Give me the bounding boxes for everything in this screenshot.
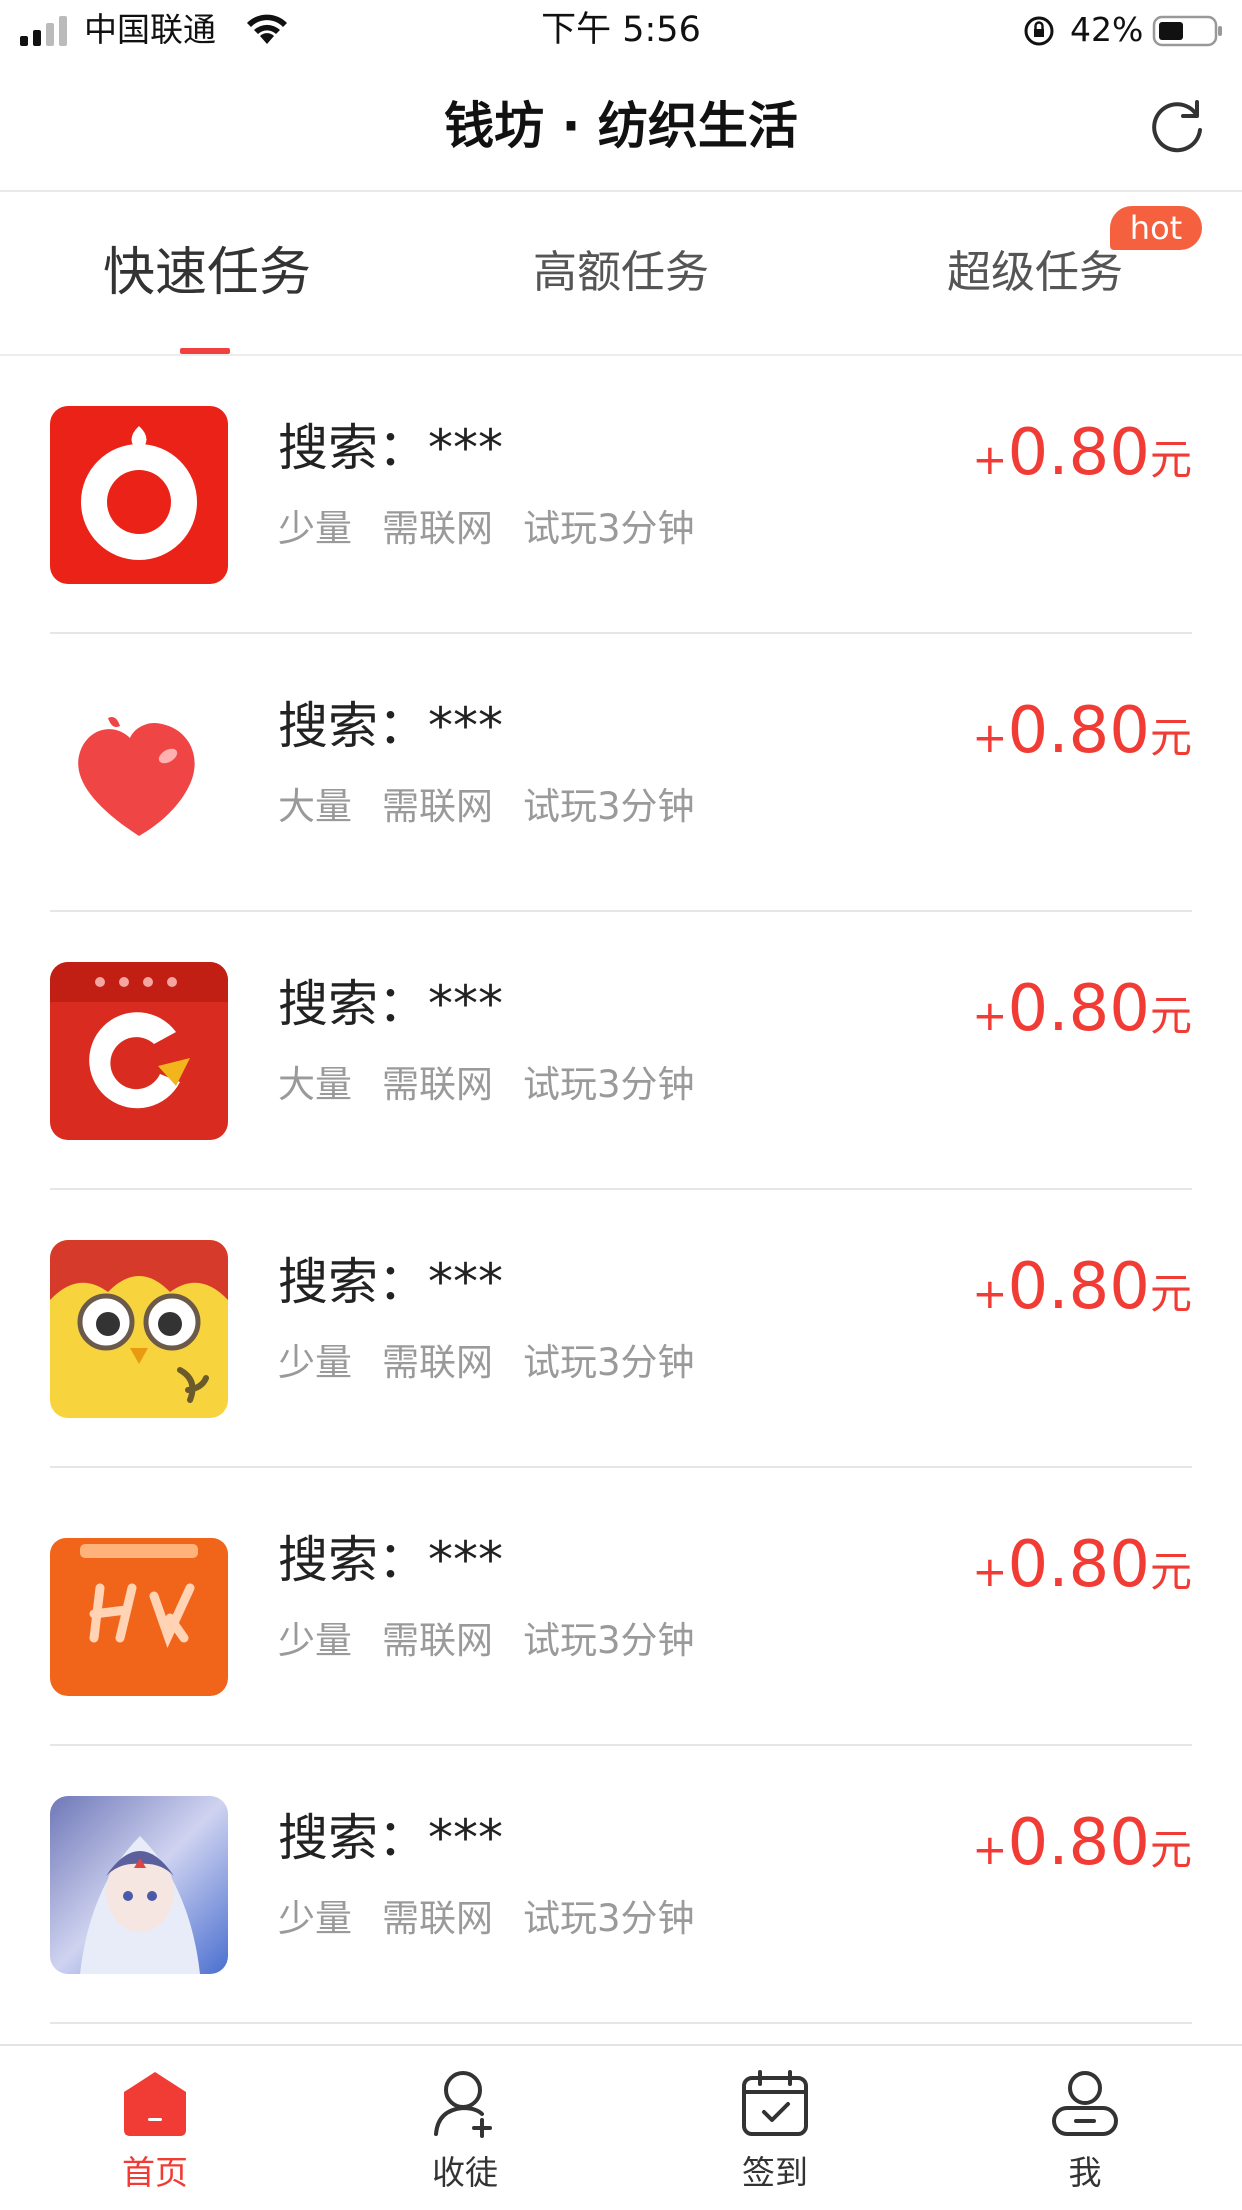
- reward-plus: +: [972, 435, 1008, 484]
- duration-tag: 试玩3分钟: [523, 1063, 695, 1106]
- reward-unit: 元: [1149, 1825, 1192, 1874]
- quantity-tag: 大量: [278, 1063, 352, 1106]
- reward-amount: 0.80: [1007, 1250, 1150, 1324]
- tabbar-label: 签到: [742, 2153, 808, 2192]
- task-tags: 大量 需联网 试玩3分钟: [278, 784, 725, 830]
- task-tags: 少量 需联网 试玩3分钟: [278, 1340, 725, 1386]
- refresh-icon[interactable]: [1144, 94, 1210, 160]
- network-tag: 需联网: [382, 507, 493, 550]
- task-item[interactable]: 搜索：*** 少量 需联网 试玩3分钟 +0.80元: [0, 356, 1242, 634]
- task-title: 搜索：***: [278, 697, 503, 755]
- task-reward: +0.80元: [972, 696, 1192, 782]
- task-title: 搜索：***: [278, 419, 503, 477]
- quantity-tag: 少量: [278, 507, 352, 550]
- reward-plus: +: [972, 991, 1008, 1040]
- tab-label: 快速任务: [102, 243, 311, 303]
- task-item[interactable]: 搜索：*** 少量 需联网 试玩3分钟 +0.80元: [0, 1468, 1242, 1746]
- reward-unit: 元: [1149, 991, 1192, 1040]
- tabbar-checkin[interactable]: 签到: [620, 2046, 930, 2210]
- network-tag: 需联网: [382, 1341, 493, 1384]
- reward-unit: 元: [1149, 713, 1192, 762]
- reward-unit: 元: [1149, 435, 1192, 484]
- anime-girl-app-icon: [50, 1796, 228, 1974]
- bottom-tab-bar: 首页 收徒 签到 我: [0, 2044, 1242, 2210]
- task-title: 搜索：***: [278, 1809, 503, 1867]
- tab-quick-tasks[interactable]: 快速任务: [0, 192, 414, 354]
- duration-tag: 试玩3分钟: [523, 1341, 695, 1384]
- network-tag: 需联网: [382, 1063, 493, 1106]
- task-item[interactable]: 搜索：*** 少量 需联网 试玩3分钟 +0.80元: [0, 1190, 1242, 1468]
- duration-tag: 试玩3分钟: [523, 1619, 695, 1662]
- reward-amount: 0.80: [1007, 972, 1150, 1046]
- calendar-check-icon: [742, 2070, 808, 2136]
- task-title: 搜索：***: [278, 1531, 503, 1589]
- tabbar-label: 首页: [122, 2153, 188, 2192]
- task-title: 搜索：***: [278, 975, 503, 1033]
- task-item[interactable]: 搜索：*** 少量 需联网 试玩3分钟 +0.80元: [0, 1746, 1242, 2024]
- task-reward: +0.80元: [972, 418, 1192, 504]
- reward-amount: 0.80: [1007, 1528, 1150, 1602]
- reward-amount: 0.80: [1007, 416, 1150, 490]
- reward-plus: +: [972, 1547, 1008, 1596]
- task-reward: +0.80元: [972, 974, 1192, 1060]
- task-tabs: 快速任务 高额任务 超级任务 hot: [0, 192, 1242, 356]
- task-reward: +0.80元: [972, 1530, 1192, 1616]
- battery-icon: [1152, 15, 1222, 47]
- tabbar-home[interactable]: 首页: [0, 2046, 310, 2210]
- yellow-owl-app-icon: [50, 1240, 228, 1418]
- battery-percent: 42%: [1070, 10, 1144, 49]
- tab-label: 高额任务: [533, 247, 709, 298]
- reward-unit: 元: [1149, 1269, 1192, 1318]
- tabbar-recruit[interactable]: 收徒: [310, 2046, 620, 2210]
- task-tags: 少量 需联网 试玩3分钟: [278, 1896, 725, 1942]
- task-title: 搜索：***: [278, 1253, 503, 1311]
- tabbar-label: 我: [1068, 2153, 1102, 2192]
- task-item[interactable]: 搜索：*** 大量 需联网 试玩3分钟 +0.80元: [0, 634, 1242, 912]
- reward-plus: +: [972, 1269, 1008, 1318]
- page-title: 钱坊 · 纺织生活: [444, 97, 798, 155]
- quantity-tag: 少量: [278, 1619, 352, 1662]
- task-item[interactable]: 搜索：*** 大量 需联网 试玩3分钟 +0.80元: [0, 912, 1242, 1190]
- hot-badge: hot: [1110, 206, 1202, 250]
- network-tag: 需联网: [382, 785, 493, 828]
- reward-unit: 元: [1149, 1547, 1192, 1596]
- home-icon: [124, 2072, 186, 2136]
- task-tags: 少量 需联网 试玩3分钟: [278, 1618, 725, 1664]
- red-heart-app-icon: [50, 684, 228, 862]
- reward-plus: +: [972, 1825, 1008, 1874]
- tabbar-me[interactable]: 我: [930, 2046, 1240, 2210]
- status-bar: 中国联通 下午 5:56 42%: [0, 0, 1242, 64]
- duration-tag: 试玩3分钟: [523, 785, 695, 828]
- task-reward: +0.80元: [972, 1252, 1192, 1338]
- task-reward: +0.80元: [972, 1808, 1192, 1894]
- rotation-lock-icon: [1024, 16, 1054, 46]
- nav-bar: 钱坊 · 纺织生活: [0, 64, 1242, 192]
- duration-tag: 试玩3分钟: [523, 507, 695, 550]
- duration-tag: 试玩3分钟: [523, 1897, 695, 1940]
- quantity-tag: 少量: [278, 1897, 352, 1940]
- quantity-tag: 大量: [278, 785, 352, 828]
- network-tag: 需联网: [382, 1619, 493, 1662]
- task-tags: 大量 需联网 试玩3分钟: [278, 1062, 725, 1108]
- tabbar-label: 收徒: [432, 2153, 498, 2192]
- add-user-icon: [434, 2071, 492, 2138]
- red-donut-app-icon: [50, 406, 228, 584]
- task-tags: 少量 需联网 试玩3分钟: [278, 506, 725, 552]
- reward-plus: +: [972, 713, 1008, 762]
- active-tab-indicator: [180, 348, 230, 354]
- divider: [50, 2022, 1192, 2024]
- reward-amount: 0.80: [1007, 694, 1150, 768]
- profile-icon: [1052, 2071, 1118, 2136]
- reward-amount: 0.80: [1007, 1806, 1150, 1880]
- network-tag: 需联网: [382, 1897, 493, 1940]
- tab-high-value-tasks[interactable]: 高额任务: [414, 192, 828, 354]
- orange-shop-app-icon: [50, 1518, 228, 1696]
- quantity-tag: 少量: [278, 1341, 352, 1384]
- red-calendar-app-icon: [50, 962, 228, 1140]
